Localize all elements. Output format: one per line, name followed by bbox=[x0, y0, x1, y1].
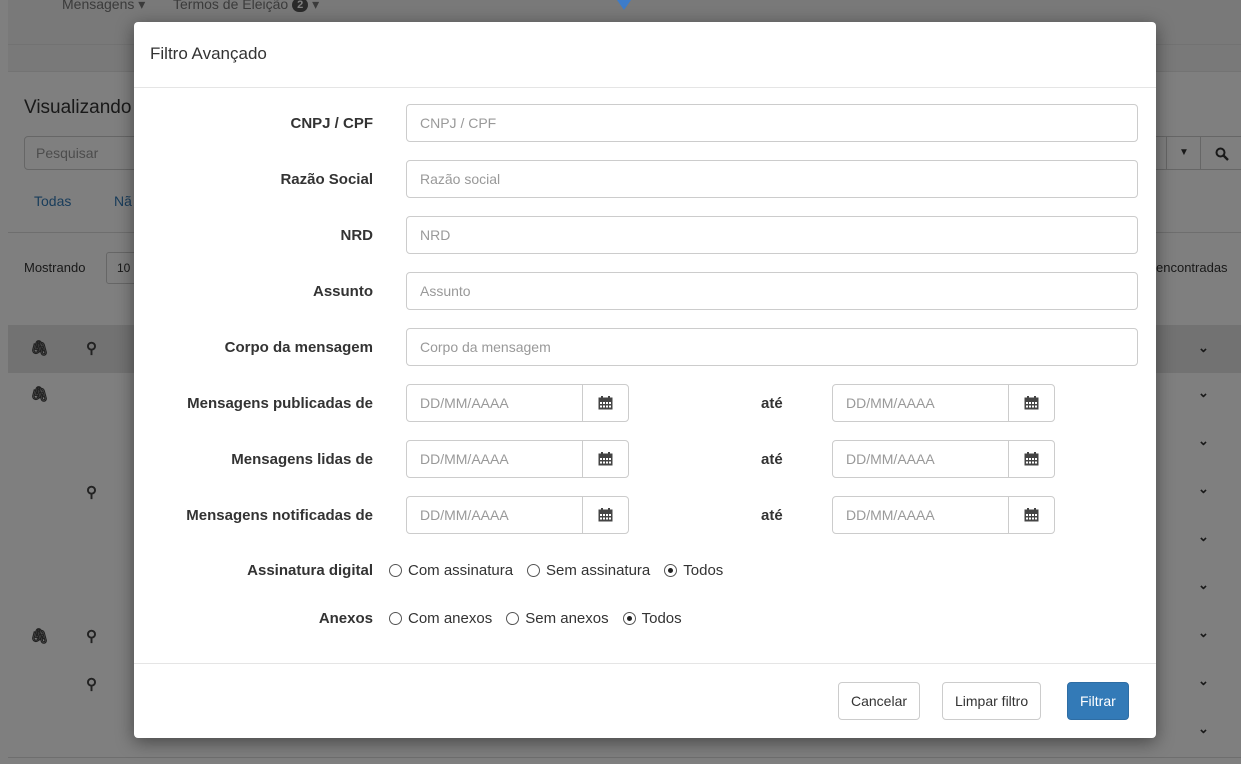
assunto-label: Assunto bbox=[313, 283, 373, 300]
publicadas-to-group bbox=[832, 384, 1055, 422]
radio-sem-assinatura[interactable]: Sem assinatura bbox=[527, 562, 650, 579]
filter-button[interactable]: Filtrar bbox=[1067, 682, 1129, 720]
lidas-ate-label: até bbox=[761, 451, 783, 468]
lidas-to-calendar-button[interactable] bbox=[1008, 440, 1055, 478]
modal-title: Filtro Avançado bbox=[150, 44, 267, 63]
lidas-to-group bbox=[832, 440, 1055, 478]
razao-social-label: Razão Social bbox=[280, 171, 373, 188]
cnpj-cpf-label: CNPJ / CPF bbox=[290, 115, 373, 132]
notificadas-to-input[interactable] bbox=[832, 496, 1009, 534]
assunto-input[interactable] bbox=[406, 272, 1138, 310]
radio-circle-selected[interactable] bbox=[664, 564, 678, 577]
calendar-icon bbox=[598, 452, 613, 466]
publicadas-from-input[interactable] bbox=[406, 384, 583, 422]
notificadas-to-group bbox=[832, 496, 1055, 534]
modal-header: Filtro Avançado bbox=[134, 22, 1156, 88]
nrd-label: NRD bbox=[340, 227, 374, 244]
radio-circle[interactable] bbox=[527, 564, 541, 577]
lidas-from-calendar-button[interactable] bbox=[582, 440, 629, 478]
cnpj-cpf-row: CNPJ / CPF bbox=[134, 104, 1156, 144]
radio-todos-assinatura[interactable]: Todos bbox=[664, 562, 723, 579]
notificadas-to-calendar-button[interactable] bbox=[1008, 496, 1055, 534]
notificadas-from-input[interactable] bbox=[406, 496, 583, 534]
notificadas-date-row: Mensagens notificadas de até bbox=[134, 496, 1156, 536]
publicadas-ate-label: até bbox=[761, 395, 783, 412]
anexos-label: Anexos bbox=[318, 610, 373, 627]
nrd-row: NRD bbox=[134, 216, 1156, 256]
assinatura-digital-label: Assinatura digital bbox=[247, 562, 373, 579]
notificadas-label: Mensagens notificadas de bbox=[186, 507, 373, 524]
notificadas-from-calendar-button[interactable] bbox=[582, 496, 629, 534]
razao-social-row: Razão Social bbox=[134, 160, 1156, 200]
assinatura-digital-options: Com assinatura Sem assinatura Todos bbox=[389, 562, 737, 579]
calendar-icon bbox=[1024, 508, 1039, 522]
lidas-date-row: Mensagens lidas de até bbox=[134, 440, 1156, 480]
radio-circle[interactable] bbox=[389, 612, 402, 625]
publicadas-to-input[interactable] bbox=[832, 384, 1009, 422]
anexos-options: Com anexos Sem anexos Todos bbox=[389, 610, 696, 627]
calendar-icon bbox=[598, 508, 613, 522]
publicadas-to-calendar-button[interactable] bbox=[1008, 384, 1055, 422]
corpo-mensagem-input[interactable] bbox=[406, 328, 1138, 366]
publicadas-date-row: Mensagens publicadas de até bbox=[134, 384, 1156, 424]
razao-social-input[interactable] bbox=[406, 160, 1138, 198]
radio-com-anexos[interactable]: Com anexos bbox=[389, 610, 492, 627]
cnpj-cpf-input[interactable] bbox=[406, 104, 1138, 142]
lidas-from-group bbox=[406, 440, 629, 478]
lidas-from-input[interactable] bbox=[406, 440, 583, 478]
radio-todos-anexos[interactable]: Todos bbox=[622, 610, 682, 627]
anexos-row: Anexos Com anexos Sem anexos Todos bbox=[134, 607, 1156, 631]
publicadas-from-calendar-button[interactable] bbox=[582, 384, 629, 422]
notificadas-from-group bbox=[406, 496, 629, 534]
calendar-icon bbox=[1024, 396, 1039, 410]
assunto-row: Assunto bbox=[134, 272, 1156, 312]
calendar-icon bbox=[1024, 452, 1039, 466]
radio-circle[interactable] bbox=[506, 612, 520, 625]
radio-com-assinatura[interactable]: Com assinatura bbox=[389, 562, 513, 579]
assinatura-digital-row: Assinatura digital Com assinatura Sem as… bbox=[134, 559, 1156, 583]
corpo-mensagem-row: Corpo da mensagem bbox=[134, 328, 1156, 368]
cancel-button[interactable]: Cancelar bbox=[838, 682, 921, 720]
modal-footer: Cancelar Limpar filtro Filtrar bbox=[134, 663, 1156, 739]
clear-filter-button[interactable]: Limpar filtro bbox=[942, 682, 1042, 720]
pointer-arrow-icon bbox=[617, 0, 631, 10]
radio-circle[interactable] bbox=[389, 564, 402, 577]
lidas-to-input[interactable] bbox=[832, 440, 1009, 478]
nrd-input[interactable] bbox=[406, 216, 1138, 254]
notificadas-ate-label: até bbox=[761, 507, 783, 524]
corpo-mensagem-label: Corpo da mensagem bbox=[224, 339, 373, 356]
radio-circle-selected[interactable] bbox=[622, 612, 636, 625]
publicadas-from-group bbox=[406, 384, 629, 422]
lidas-label: Mensagens lidas de bbox=[231, 451, 373, 468]
calendar-icon bbox=[598, 396, 613, 410]
publicadas-label: Mensagens publicadas de bbox=[187, 395, 373, 412]
advanced-filter-modal: Filtro Avançado CNPJ / CPF Razão Social … bbox=[134, 22, 1156, 738]
radio-sem-anexos[interactable]: Sem anexos bbox=[506, 610, 609, 627]
